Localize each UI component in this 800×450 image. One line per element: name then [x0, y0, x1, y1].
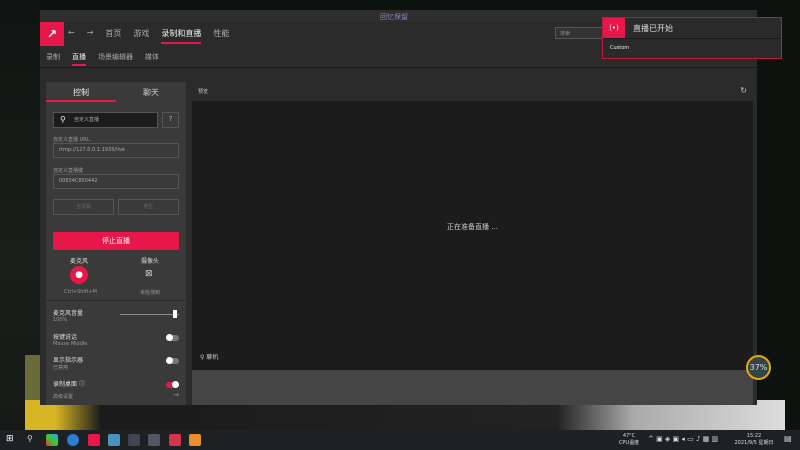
notification-toast[interactable]: (•) 直播已开始 Custom	[602, 17, 782, 59]
main-nav: ← → 首页 游戏 录制和直播 性能	[68, 28, 229, 44]
key-field[interactable]: 00E04C850442	[53, 174, 179, 189]
tab-chat[interactable]: 聊天	[116, 82, 186, 100]
windows-start-icon[interactable]: ⊞	[6, 434, 18, 446]
app-icon[interactable]	[108, 434, 120, 446]
preview-title: 预览	[198, 89, 209, 95]
steam-icon[interactable]	[128, 434, 140, 446]
clock-date[interactable]: 2021/9/5 星期日	[730, 439, 778, 446]
desktop-label: 录制桌面	[53, 381, 78, 388]
divider	[40, 67, 757, 68]
help-button[interactable]: ?	[162, 112, 179, 128]
forward-icon[interactable]: →	[87, 28, 94, 44]
nav-home[interactable]: 首页	[105, 28, 121, 44]
ptt-label: 按键说话	[53, 334, 78, 341]
volume-slider[interactable]	[120, 314, 179, 315]
mic-label: 麦克风	[70, 258, 89, 265]
cpu-temp-label: CPU温度	[618, 440, 640, 446]
tab-stream[interactable]: 直播	[72, 52, 86, 66]
user-icon: ⚲	[60, 115, 66, 124]
viewer-label: 聊机	[206, 354, 219, 361]
divider	[603, 38, 781, 39]
tab-media[interactable]: 媒体	[145, 52, 159, 66]
divider	[46, 300, 186, 301]
tray-icons[interactable]: ^ ▣ ◈ ▣ ◂ ▭ ♪ ▦ ▥	[648, 435, 718, 443]
microphone-icon[interactable]: ●	[70, 266, 88, 284]
tab-record[interactable]: 录制	[46, 52, 60, 66]
app-icon[interactable]	[189, 434, 201, 446]
window-title: 回忆保留	[380, 13, 408, 21]
tab-scene-editor[interactable]: 场景编辑器	[98, 52, 133, 66]
volume-label: 麦克风音量	[53, 310, 84, 317]
nav-games[interactable]: 游戏	[133, 28, 149, 44]
app-icon[interactable]	[169, 434, 181, 446]
desktop-toggle[interactable]	[166, 381, 179, 388]
service-label: 自定义直播	[74, 117, 100, 123]
taskbar: ⊞ ⚲ 47°C CPU温度 ^ ▣ ◈ ▣ ◂ ▭ ♪ ▦ ▥ 15:22 202…	[0, 430, 800, 450]
advanced-settings-link[interactable]: 高级设置	[53, 394, 73, 400]
camera-status: 未检测到	[140, 290, 161, 296]
app-window: 回忆保留 ↗ ← → 首页 游戏 录制和直播 性能 搜索 录制 直播 场景编辑器…	[40, 10, 757, 405]
viewer-icon: ⚲	[200, 354, 205, 361]
preview-status: 正在准备直播 ...	[447, 223, 498, 231]
url-label: 自定义直播 URL	[53, 137, 90, 143]
amd-logo[interactable]: ↗	[40, 22, 64, 46]
stop-stream-button[interactable]: 停止直播	[53, 232, 179, 250]
sub-nav: 录制 直播 场景编辑器 媒体	[46, 52, 159, 66]
toast-body: Custom	[610, 45, 630, 51]
arrow-right-icon[interactable]: →	[173, 391, 179, 399]
key-label: 自定义直播键	[53, 168, 84, 174]
camera-label: 摄像头	[141, 258, 160, 265]
camera-off-icon[interactable]: ⊠	[145, 269, 153, 279]
indicator-value: 已禁用	[53, 365, 69, 371]
back-icon[interactable]: ←	[68, 28, 75, 44]
nav-performance[interactable]: 性能	[213, 28, 229, 44]
info-icon[interactable]: ⓘ	[79, 381, 85, 388]
control-panel: 控制 聊天 ⚲ 自定义直播 ? 自定义直播 URL rtmp://127.0.0…	[46, 82, 186, 405]
chat-area	[192, 370, 753, 405]
refresh-icon[interactable]: ↻	[740, 86, 747, 95]
volume-slider-thumb[interactable]	[173, 310, 177, 318]
service-select[interactable]: ⚲ 自定义直播	[53, 112, 158, 128]
notification-center-icon[interactable]: ▤	[784, 434, 792, 443]
indicator-label: 显示指示器	[53, 357, 84, 364]
mic-shortcut: Ctrl+Shift+M	[64, 289, 97, 295]
performance-overlay: 37%	[746, 355, 771, 380]
indicator-toggle[interactable]	[166, 357, 179, 364]
app-icon[interactable]	[46, 434, 58, 446]
toast-title: 直播已开始	[633, 24, 673, 33]
fullscreen-button[interactable]: 全屏幕	[53, 199, 114, 215]
ptt-value: Mouse Middle	[53, 341, 88, 347]
app-icon[interactable]	[148, 434, 160, 446]
ptt-toggle[interactable]	[166, 334, 179, 341]
nav-record-stream[interactable]: 录制和直播	[161, 28, 202, 44]
tab-control[interactable]: 控制	[46, 82, 116, 102]
amd-software-icon[interactable]	[88, 434, 100, 446]
url-field[interactable]: rtmp://127.0.0.1:1935/live	[53, 143, 179, 158]
broadcast-icon: (•)	[603, 18, 625, 38]
search-input[interactable]: 搜索	[555, 27, 605, 39]
browser-icon[interactable]	[67, 434, 79, 446]
search-icon[interactable]: ⚲	[27, 434, 39, 446]
volume-value: 100%	[53, 317, 68, 323]
region-button[interactable]: 地区	[118, 199, 179, 215]
preview-pane: 预览 ↻ 正在准备直播 ... ⚲ 聊机	[192, 82, 753, 370]
